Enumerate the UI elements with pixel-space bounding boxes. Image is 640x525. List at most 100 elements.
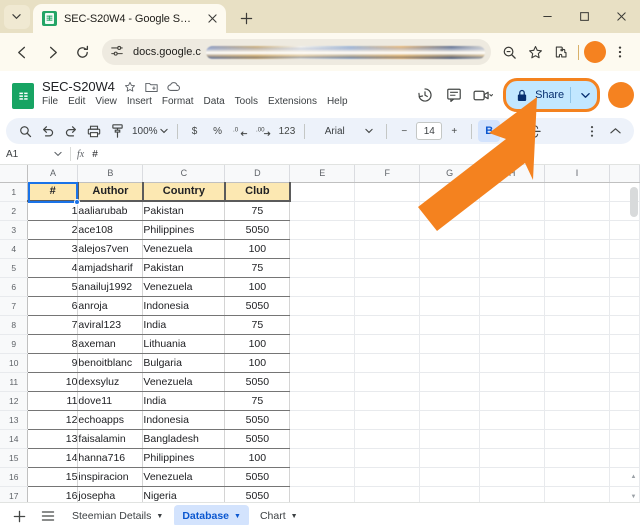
cell-country[interactable]: Nigeria — [142, 486, 226, 502]
grid-cell-undefined13[interactable] — [609, 410, 640, 430]
row-header-8[interactable]: 8 — [0, 315, 29, 335]
grid-cell-H4[interactable] — [479, 239, 546, 259]
three-dot-menu-icon[interactable] — [581, 120, 603, 142]
menu-format[interactable]: Format — [162, 96, 194, 107]
grid-cell-F3[interactable] — [354, 220, 421, 240]
cell-author[interactable]: faisalamin — [77, 429, 144, 449]
grid-cell-I3[interactable] — [544, 220, 610, 240]
account-avatar[interactable] — [608, 82, 634, 108]
cell-author[interactable]: aaliarubab — [77, 201, 144, 221]
vertical-scrollbar[interactable] — [630, 187, 638, 217]
grid-cell-I14[interactable] — [544, 429, 610, 449]
star-icon[interactable] — [523, 40, 547, 64]
font-size-input[interactable]: 14 — [416, 122, 443, 140]
grid-cell-undefined15[interactable] — [609, 448, 640, 468]
comment-icon[interactable] — [441, 82, 467, 108]
cell-club[interactable]: 5050 — [224, 486, 291, 502]
grid-cell-F14[interactable] — [354, 429, 421, 449]
cell-country[interactable]: India — [142, 391, 226, 411]
row-header-16[interactable]: 16 — [0, 467, 29, 487]
cell-num[interactable]: 4 — [27, 258, 79, 278]
cell-num[interactable]: 8 — [27, 334, 79, 354]
grid-cell-H6[interactable] — [479, 277, 546, 297]
grid-cell-undefined14[interactable] — [609, 429, 640, 449]
column-header-e[interactable]: E — [289, 165, 356, 183]
grid-cell-G9[interactable] — [419, 334, 481, 354]
column-header-a[interactable]: A — [27, 165, 79, 183]
grid-cell-I8[interactable] — [544, 315, 610, 335]
chevron-up-icon[interactable] — [604, 120, 626, 142]
menu-file[interactable]: File — [42, 96, 58, 107]
chevron-down-icon[interactable]: ▼ — [156, 513, 163, 520]
share-button[interactable]: Share — [503, 78, 600, 112]
row-header-5[interactable]: 5 — [0, 258, 29, 278]
cell-club[interactable]: 100 — [224, 334, 291, 354]
close-icon[interactable] — [204, 11, 220, 27]
row-header-14[interactable]: 14 — [0, 429, 29, 449]
chevron-down-icon[interactable] — [577, 92, 593, 99]
grid-cell-undefined9[interactable] — [609, 334, 640, 354]
cell-club[interactable]: 100 — [224, 277, 291, 297]
row-header-10[interactable]: 10 — [0, 353, 29, 373]
cell-author[interactable]: axeman — [77, 334, 144, 354]
grid-cell-E12[interactable] — [289, 391, 356, 411]
grid-cell-F11[interactable] — [354, 372, 421, 392]
grid-cell-I17[interactable] — [544, 486, 610, 502]
grid-cell-I12[interactable] — [544, 391, 610, 411]
cell-author[interactable]: amjadsharif — [77, 258, 144, 278]
grid-cell-g1[interactable] — [419, 182, 481, 202]
cell-author[interactable]: anroja — [77, 296, 144, 316]
cell-num[interactable]: 13 — [27, 429, 79, 449]
row-header-6[interactable]: 6 — [0, 277, 29, 297]
grid-cell-H10[interactable] — [479, 353, 546, 373]
undo-icon[interactable] — [37, 120, 59, 142]
cell-club[interactable]: 5050 — [224, 429, 291, 449]
google-sheets-logo[interactable] — [12, 83, 34, 109]
add-sheet-button[interactable] — [6, 505, 32, 525]
row-header-17[interactable]: 17 — [0, 486, 29, 502]
minimize-icon[interactable] — [529, 0, 566, 33]
column-header-b[interactable]: B — [77, 165, 144, 183]
row-header-11[interactable]: 11 — [0, 372, 29, 392]
cell-country[interactable]: Venezuela — [142, 239, 226, 259]
grid-cell-H16[interactable] — [479, 467, 546, 487]
grid-cell-undefined11[interactable] — [609, 372, 640, 392]
cell-num[interactable]: 16 — [27, 486, 79, 502]
cell-country[interactable]: Philippines — [142, 448, 226, 468]
grid-cell-I2[interactable] — [544, 201, 610, 221]
sheet-tab-database[interactable]: Database ▼ — [174, 505, 249, 525]
cell-country[interactable]: Bangladesh — [142, 429, 226, 449]
cell-num[interactable]: 10 — [27, 372, 79, 392]
cell-club[interactable]: 75 — [224, 201, 291, 221]
cell-country[interactable]: Lithuania — [142, 334, 226, 354]
cell-num[interactable]: 7 — [27, 315, 79, 335]
grid-cell-F16[interactable] — [354, 467, 421, 487]
grid-cell-E5[interactable] — [289, 258, 356, 278]
bold-button[interactable]: B — [478, 120, 501, 142]
spreadsheet-grid[interactable]: A B C D E F G H I 1 # Author Country Clu… — [0, 165, 640, 502]
grid-cell-H9[interactable] — [479, 334, 546, 354]
grid-cell-H13[interactable] — [479, 410, 546, 430]
grid-cell-E16[interactable] — [289, 467, 356, 487]
grid-cell-F15[interactable] — [354, 448, 421, 468]
decimal-decrease-icon[interactable]: .0 — [230, 120, 252, 142]
font-family-caret-icon[interactable] — [358, 120, 380, 142]
close-icon[interactable] — [603, 0, 640, 33]
cell-country[interactable]: Indonesia — [142, 296, 226, 316]
cell-author[interactable]: ace108 — [77, 220, 144, 240]
chevron-down-icon[interactable] — [3, 4, 30, 29]
grid-cell-F7[interactable] — [354, 296, 421, 316]
cell-author[interactable]: dove11 — [77, 391, 144, 411]
italic-button[interactable]: I — [501, 120, 523, 142]
header-cell-club[interactable]: Club — [224, 182, 291, 202]
back-arrow-icon[interactable] — [8, 38, 36, 66]
selection-fill-handle[interactable] — [74, 199, 80, 205]
cell-country[interactable]: Venezuela — [142, 372, 226, 392]
scroll-up-arrow-icon[interactable]: ▲ — [631, 474, 637, 480]
meet-camera-icon[interactable] — [470, 82, 496, 108]
cell-club[interactable]: 5050 — [224, 410, 291, 430]
grid-cell-F8[interactable] — [354, 315, 421, 335]
scroll-arrows[interactable]: ▲ ▼ — [630, 474, 637, 500]
menu-tools[interactable]: Tools — [235, 96, 258, 107]
cell-country[interactable]: Pakistan — [142, 258, 226, 278]
